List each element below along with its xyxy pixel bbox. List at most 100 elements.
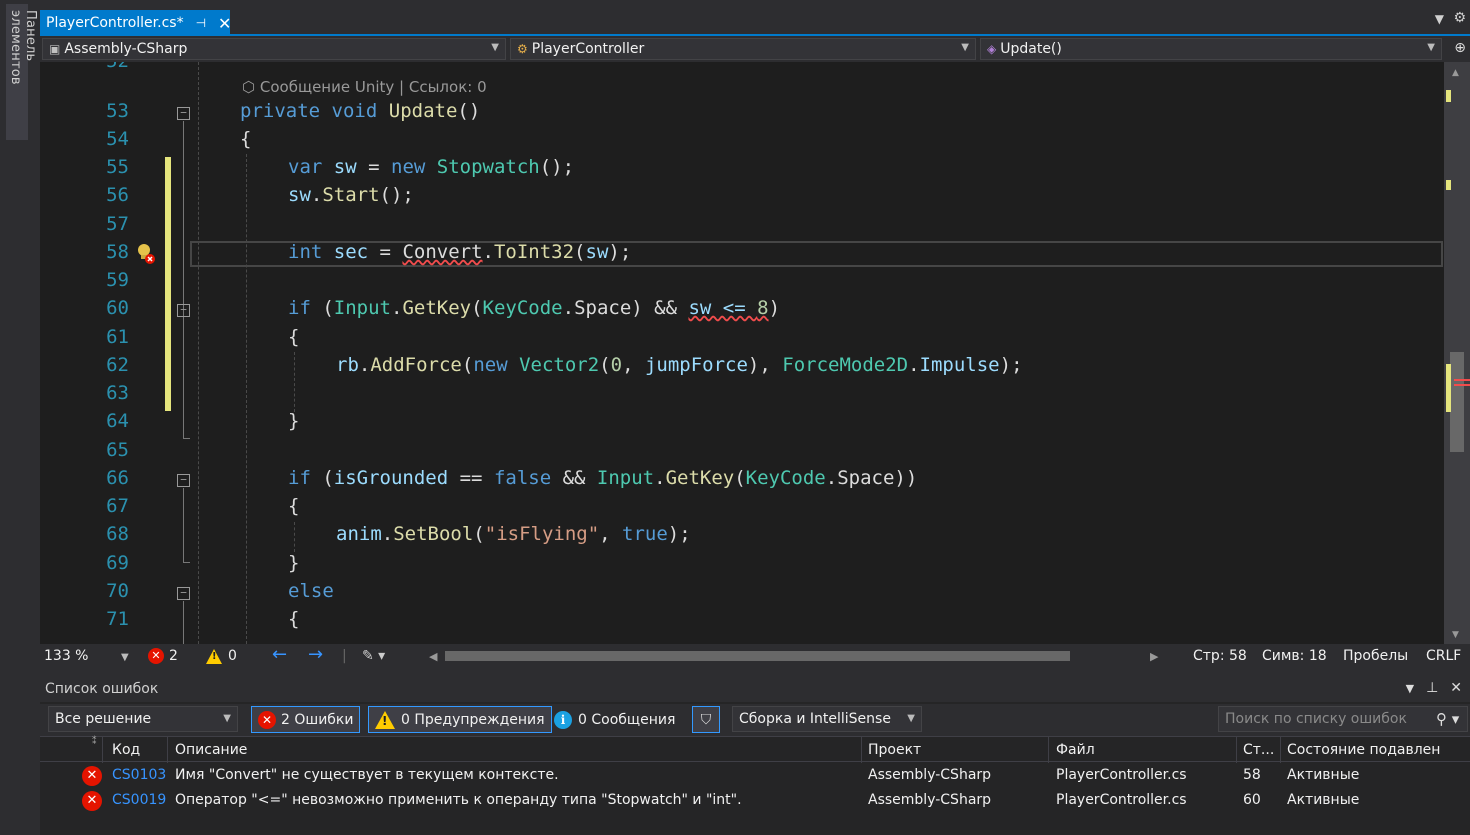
vertical-scrollbar[interactable]: ▲ ▼ [1444, 62, 1470, 644]
project-dropdown[interactable]: ▣ Assembly-CSharp ▼ [42, 38, 506, 60]
column-indicator[interactable]: Симв: 18 [1262, 648, 1327, 664]
navigate-back-icon[interactable]: ← [272, 644, 287, 665]
column-suppression-state[interactable]: Состояние подавлен [1287, 742, 1440, 758]
fold-end-tick [183, 438, 190, 439]
column-project[interactable]: Проект [868, 742, 921, 758]
tab-overflow-dropdown-icon[interactable]: ▼ [1435, 12, 1444, 26]
code-line-69: } [288, 552, 300, 574]
error-list-search-input[interactable] [1218, 706, 1468, 732]
code-line-71: { [288, 608, 300, 630]
column-line[interactable]: Ст... [1243, 742, 1274, 758]
build-source-dropdown[interactable]: Сборка и IntelliSense ▼ [732, 706, 922, 732]
error-list-column-header: ⁑ Код Описание Проект Файл Ст... Состоян… [40, 736, 1470, 763]
code-line-60: if (Input.GetKey(KeyCode.Space) && sw <=… [288, 297, 781, 319]
panel-controls: ▼ ⊥ ✕ [1406, 680, 1462, 696]
error-description: Имя "Convert" не существует в текущем ко… [175, 767, 559, 783]
indent-guide [246, 154, 247, 644]
class-dropdown[interactable]: ⚙ PlayerController ▼ [510, 38, 976, 60]
whitespace-indicator[interactable]: Пробелы [1343, 648, 1408, 664]
collapse-icon[interactable]: − [177, 107, 190, 120]
error-code-link[interactable]: CS0103 [112, 767, 166, 783]
codelens-hint[interactable]: ⬡ Сообщение Unity | Ссылок: 0 [242, 78, 487, 96]
error-project: Assembly-CSharp [868, 767, 992, 783]
error-project: Assembly-CSharp [868, 792, 992, 808]
table-row[interactable]: ✕ CS0019 Оператор "<=" невозможно примен… [40, 788, 1470, 813]
line-number: 62 [106, 354, 129, 376]
change-marker [1446, 90, 1451, 102]
code-line-66: if (isGrounded == false && Input.GetKey(… [288, 467, 918, 489]
collapse-icon[interactable]: − [177, 587, 190, 600]
navigate-forward-icon[interactable]: → [308, 644, 323, 665]
line-number: 53 [106, 100, 129, 122]
tab-player-controller[interactable]: PlayerController.cs* ⊣ ✕ [40, 10, 231, 36]
window-position-dropdown-icon[interactable]: ▼ [1406, 682, 1414, 696]
pin-icon[interactable]: ⊥ [1426, 680, 1438, 696]
eol-indicator[interactable]: CRLF [1426, 648, 1461, 664]
column-code[interactable]: Код [112, 742, 140, 758]
error-code-link[interactable]: CS0019 [112, 792, 166, 808]
collapse-icon[interactable]: − [177, 474, 190, 487]
sort-indicator-icon: ⁑ [92, 737, 97, 747]
line-number: 56 [106, 184, 129, 206]
change-marker [1446, 180, 1451, 190]
column-description[interactable]: Описание [175, 742, 247, 758]
class-label: PlayerController [531, 41, 645, 57]
navigation-bar: ▣ Assembly-CSharp ▼ ⚙ PlayerController ▼… [40, 36, 1470, 62]
messages-filter-button[interactable]: i 0 Сообщения [548, 706, 681, 733]
error-icon: ✕ [258, 710, 276, 729]
pin-icon[interactable]: ⊣ [196, 16, 206, 30]
warning-count[interactable]: ! 0 [206, 648, 237, 664]
toolbox-label: Панель элементов [8, 10, 38, 85]
error-icon: ✕ [82, 791, 102, 811]
unity-message-icon: ⬡ [242, 78, 260, 96]
column-file[interactable]: Файл [1056, 742, 1095, 758]
error-line: 60 [1243, 792, 1261, 808]
error-list-header: Список ошибок ▼ ⊥ ✕ [40, 676, 1470, 702]
line-indicator[interactable]: Стр: 58 [1193, 648, 1247, 664]
chevron-down-icon: ▼ [223, 713, 231, 724]
gear-icon[interactable]: ⚙ [1453, 10, 1466, 26]
change-marker [1446, 364, 1451, 412]
close-icon[interactable]: ✕ [1450, 680, 1462, 696]
close-icon[interactable]: ✕ [218, 14, 231, 33]
info-icon: i [554, 710, 572, 729]
lightbulb-error-icon[interactable] [135, 242, 157, 266]
line-number: 55 [106, 156, 129, 178]
code-line-70: else [288, 580, 334, 602]
editor-status-bar: 133 % ▼ ✕ 2 ! 0 ← → | ✎ ▾ ◀ ▶ Стр: 58 Си… [40, 644, 1470, 668]
code-line-55: var sw = new Stopwatch(); [288, 156, 575, 178]
search-icon[interactable]: ⚲ ▾ [1436, 710, 1459, 728]
column-separator [861, 737, 862, 763]
fold-guide [183, 488, 184, 562]
scroll-left-icon[interactable]: ◀ [429, 650, 437, 663]
scroll-down-icon[interactable]: ▼ [1452, 630, 1459, 640]
code-line-56: sw.Start(); [288, 184, 414, 206]
scrollbar-thumb[interactable] [1450, 352, 1464, 452]
table-row[interactable]: ✕ CS0103 Имя "Convert" не существует в т… [40, 763, 1470, 788]
error-count[interactable]: ✕ 2 [148, 648, 178, 664]
scope-dropdown[interactable]: Все решение ▼ [48, 706, 238, 732]
separator: | [342, 648, 347, 664]
brush-icon[interactable]: ✎ ▾ [362, 648, 385, 664]
collapse-icon[interactable]: − [177, 304, 190, 317]
split-editor-icon[interactable]: ⊕ [1454, 40, 1466, 56]
indent-guide [294, 522, 295, 552]
filter-icon[interactable]: ⛉ [692, 706, 720, 733]
error-list-panel: Список ошибок ▼ ⊥ ✕ Все решение ▼ ✕ 2 Ош… [40, 676, 1470, 835]
fold-guide [183, 121, 184, 439]
warning-icon: ! [375, 710, 395, 729]
errors-filter-button[interactable]: ✕ 2 Ошибки [251, 706, 361, 733]
warnings-filter-button[interactable]: ! 0 Предупреждения [368, 706, 552, 733]
code-editor[interactable]: 52 ⬡ Сообщение Unity | Ссылок: 0 53 54 5… [40, 62, 1444, 644]
member-dropdown[interactable]: ◈ Update() ▼ [980, 38, 1442, 60]
scroll-up-icon[interactable]: ▲ [1452, 68, 1459, 78]
scroll-right-icon[interactable]: ▶ [1150, 650, 1158, 663]
error-state: Активные [1287, 792, 1360, 808]
indent-guide [198, 62, 199, 644]
error-marker [1454, 379, 1470, 381]
zoom-dropdown[interactable]: 133 % ▼ [44, 648, 129, 664]
error-state: Активные [1287, 767, 1360, 783]
code-line-58: int sec = Convert.ToInt32(sw); [288, 241, 632, 263]
toolbox-tab[interactable]: Панель элементов [6, 4, 38, 140]
horizontal-scrollbar-thumb[interactable] [445, 651, 1070, 661]
